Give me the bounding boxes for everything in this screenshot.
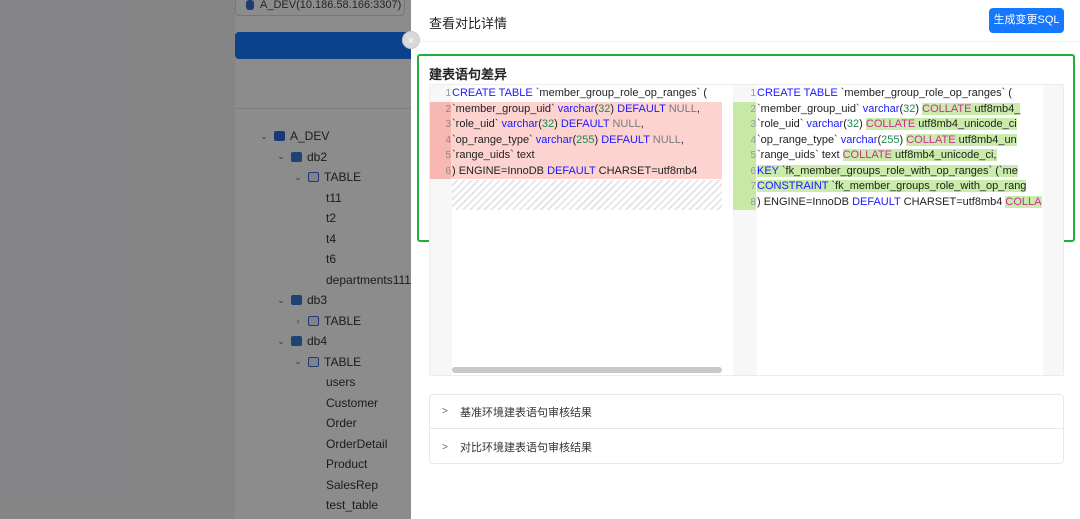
compare-code-line: 8) ENGINE=InnoDB DEFAULT CHARSET=utf8mb4… [733,194,1043,210]
baseline-pane[interactable]: 1 CREATE TABLE `member_group_role_op_rang… [430,85,722,375]
line-number: 3 [430,117,451,133]
line-number: 2 [733,101,756,117]
code-text: `role_uid` varchar(32) COLLATE utf8mb4_u… [757,118,1017,130]
baseline-code-line: 1 CREATE TABLE `member_group_role_op_rang… [430,86,722,102]
compare-code-line: 7 CONSTRAINT `fk_member_groups_role_with… [733,179,1043,195]
horizontal-scrollbar[interactable] [452,367,722,373]
code-text: `op_range_type` varchar(255) COLLATE utf… [757,133,1017,146]
compare-code-line: 2 `member_group_uid` varchar(32) COLLATE… [733,101,1043,117]
line-number: 7 [733,179,756,195]
compare-code: 1 CREATE TABLE `member_group_role_op_rang… [733,86,1043,210]
compare-code-line: 1 CREATE TABLE `member_group_role_op_rang… [733,86,1043,102]
baseline-code-line: 3 `role_uid` varchar(32) DEFAULT NULL, [430,117,722,133]
compare-code-line: 6 KEY `fk_member_groups_role_with_op_ran… [733,163,1043,179]
baseline-code-line: 5 `range_uids` text [430,148,722,164]
code-text: CREATE TABLE `member_group_role_op_range… [757,87,1012,99]
empty-lines-hatch [452,180,722,210]
compare-pane[interactable]: 1 CREATE TABLE `member_group_role_op_rang… [733,85,1043,375]
chevron-right-icon: > [442,441,448,453]
chevron-right-icon: > [442,406,448,417]
compare-code-line: 5 `range_uids` text COLLATE utf8mb4_unic… [733,148,1043,164]
collapse-compare-audit[interactable]: > 对比环境建表语句审核结果 [430,430,1063,464]
collapse-label: 基准环境建表语句审核结果 [460,406,592,419]
baseline-code-line: 4 `op_range_type` varchar(255) DEFAULT N… [430,132,722,148]
line-number: 3 [733,117,756,133]
code-text: `range_uids` text COLLATE utf8mb4_unicod… [757,149,997,161]
code-text: `op_range_type` varchar(255) DEFAULT NUL… [452,133,684,146]
code-text: `member_group_uid` varchar(32) COLLATE u… [757,102,1021,115]
code-text: CONSTRAINT `fk_member_groups_role_with_o… [757,180,1027,192]
collapse-baseline-audit[interactable]: > 基准环境建表语句审核结果 [430,395,1063,429]
diff-section-heading: 建表语句差异 [429,67,508,82]
line-number: 8 [733,194,756,210]
code-text: CREATE TABLE `member_group_role_op_range… [452,87,707,99]
compare-code-line: 3 `role_uid` varchar(32) COLLATE utf8mb4… [733,117,1043,133]
line-number: 4 [430,132,451,148]
code-text: `member_group_uid` varchar(32) DEFAULT N… [452,102,700,115]
overview-ruler [1043,85,1063,375]
line-number: 2 [430,101,451,117]
collapse-label: 对比环境建表语句审核结果 [460,442,592,454]
line-number: 6 [733,163,756,179]
line-number: 5 [733,148,756,164]
generate-change-sql-button[interactable]: 生成变更SQL [989,8,1064,33]
audit-results-collapse: > 基准环境建表语句审核结果 > 对比环境建表语句审核结果 [429,394,1064,464]
line-number: 6 [430,163,451,179]
code-text: `range_uids` text [452,149,535,161]
compare-code-line: 4 `op_range_type` varchar(255) COLLATE u… [733,132,1043,148]
baseline-code-line: 6) ENGINE=InnoDB DEFAULT CHARSET=utf8mb4 [430,163,722,179]
code-text: ) ENGINE=InnoDB DEFAULT CHARSET=utf8mb4 … [757,195,1042,208]
baseline-code: 1 CREATE TABLE `member_group_role_op_rang… [430,86,722,179]
close-icon[interactable]: × [402,31,420,49]
line-number: 5 [430,148,451,164]
compare-detail-drawer: 查看对比详情 生成变更SQL 建表语句差异 1 CREATE TABLE `mem… [411,0,1080,519]
code-text: KEY `fk_member_groups_role_with_op_range… [757,164,1018,177]
drawer-header: 查看对比详情 生成变更SQL [411,0,1080,42]
code-text: `role_uid` varchar(32) DEFAULT NULL, [452,118,644,130]
drawer-title: 查看对比详情 [429,16,508,31]
code-text: ) ENGINE=InnoDB DEFAULT CHARSET=utf8mb4 [452,164,698,177]
line-number: 4 [733,132,756,148]
baseline-code-line: 2 `member_group_uid` varchar(32) DEFAULT… [430,101,722,117]
line-number: 1 [750,88,756,99]
diff-editor: 1 CREATE TABLE `member_group_role_op_rang… [429,84,1064,376]
drawer-mask[interactable] [0,0,411,519]
line-number: 1 [445,88,451,99]
